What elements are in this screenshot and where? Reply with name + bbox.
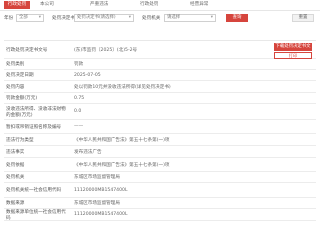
year-value: 全部 xyxy=(19,15,28,20)
row-value: (东)市监罚〔2025〕(北)5-2号 xyxy=(74,47,138,53)
row-key: 处罚内容 xyxy=(6,84,25,90)
type-select[interactable]: 处罚决定书(请选择) ▾ xyxy=(74,14,134,22)
row-key: 数据来源 xyxy=(6,201,25,206)
table-row: 没收违法所得、没收非法财物的金额(万元) 0.0 xyxy=(4,104,316,120)
table-row: 处罚机关统一社会信用代码 11120000MB1547400L xyxy=(4,183,316,198)
row-key: 处罚依据 xyxy=(6,162,25,168)
row-key: 违法行为类型 xyxy=(6,137,34,143)
table-row: 处罚内容 处以罚款10元并没收违法所得(详见处罚决定书) xyxy=(4,81,316,93)
reset-button[interactable]: 重置 xyxy=(292,14,314,22)
type-label: 处罚决定书 xyxy=(52,16,75,21)
unit-label: 处罚机关 xyxy=(142,16,161,21)
row-value: 11120000MB1547400L xyxy=(74,187,128,193)
table-row: 数据来源单位统一社会信用代码 11120000MB1547400L xyxy=(4,209,316,221)
tab-2[interactable]: 行政处罚 xyxy=(140,1,158,9)
row-value: 罚款 xyxy=(74,62,84,67)
row-value: 处以罚款10元并没收违法所得(详见处罚决定书) xyxy=(74,84,171,90)
chevron-down-icon: ▾ xyxy=(128,15,131,20)
chevron-down-icon: ▾ xyxy=(38,15,41,20)
tab-3[interactable]: 经营异常 xyxy=(190,1,208,9)
row-key: 暂扣或吊销证照名称及编号 xyxy=(6,124,62,130)
table-row: 违法事实 发布违法广告 xyxy=(4,146,316,158)
row-value: 11120000MB1547400L xyxy=(74,212,128,217)
row-value: 0.0 xyxy=(74,109,82,114)
row-key: 违法事实 xyxy=(6,149,25,155)
row-key: 数据来源单位统一社会信用代码 xyxy=(6,209,66,221)
table-row: 处罚类别 罚款 xyxy=(4,59,316,70)
filter-bar: 年份 全部 ▾ 处罚决定书 处罚决定书(请选择) ▾ 处罚机关 请选择 ▾ 查询… xyxy=(0,12,320,24)
table-row: 暂扣或吊销证照名称及编号 —— xyxy=(4,120,316,134)
type-value: 处罚决定书(请选择) xyxy=(77,15,116,20)
tab-active[interactable]: 行政处罚 xyxy=(4,1,30,9)
download-button[interactable]: 下载处罚决定书文件 xyxy=(274,43,312,57)
table-row: 数据来源 东城区市场监督管理局 xyxy=(4,198,316,209)
year-label: 年份 xyxy=(4,16,14,21)
tab-1[interactable]: 严重违法 xyxy=(90,1,108,9)
print-button[interactable]: 打印 xyxy=(274,52,312,59)
row-value: 0.75 xyxy=(74,95,85,101)
row-key: 行政处罚决定书文号 xyxy=(6,47,48,53)
row-value: 《中华人民共和国广告法》第五十七条第(一)项 xyxy=(74,162,170,168)
table-row: 罚款金额(万元) 0.75 xyxy=(4,93,316,104)
table-row: 违法行为类型 《中华人民共和国广告法》第五十七条第(一)项 xyxy=(4,134,316,146)
table-row: 处罚机关 东城区市场监督管理局 xyxy=(4,172,316,183)
row-key: 没收违法所得、没收非法财物的金额(万元) xyxy=(6,106,66,118)
row-value: 东城区市场监督管理局 xyxy=(74,201,120,206)
row-value: —— xyxy=(74,124,84,129)
top-nav: 行政处罚 本公司 严重违法 行政处罚 经营异常 xyxy=(0,0,320,11)
row-key: 处罚类别 xyxy=(6,62,25,67)
chevron-down-icon: ▾ xyxy=(210,15,213,20)
unit-value: 请选择 xyxy=(167,15,181,20)
table-row: 处罚依据 《中华人民共和国广告法》第五十七条第(一)项 xyxy=(4,158,316,172)
row-key: 处罚机关统一社会信用代码 xyxy=(6,188,62,193)
table-row: 处罚决定日期 2025-07-05 xyxy=(4,70,316,81)
row-value: 东城区市场监督管理局 xyxy=(74,175,120,180)
row-value: 发布违法广告 xyxy=(74,149,102,155)
tab-0[interactable]: 本公司 xyxy=(40,1,54,9)
year-select[interactable]: 全部 ▾ xyxy=(16,14,44,22)
row-key: 处罚决定日期 xyxy=(6,73,34,78)
row-key: 罚款金额(万元) xyxy=(6,96,38,101)
record-table: 行政处罚决定书文号 (东)市监罚〔2025〕(北)5-2号 下载处罚决定书文件 … xyxy=(4,40,316,221)
table-row: 行政处罚决定书文号 (东)市监罚〔2025〕(北)5-2号 下载处罚决定书文件 … xyxy=(4,41,316,59)
row-value: 《中华人民共和国广告法》第五十七条第(一)项 xyxy=(74,137,170,143)
search-button[interactable]: 查询 xyxy=(226,14,248,22)
unit-select[interactable]: 请选择 ▾ xyxy=(164,14,216,22)
row-key: 处罚机关 xyxy=(6,175,25,180)
row-value: 2025-07-05 xyxy=(74,72,101,78)
